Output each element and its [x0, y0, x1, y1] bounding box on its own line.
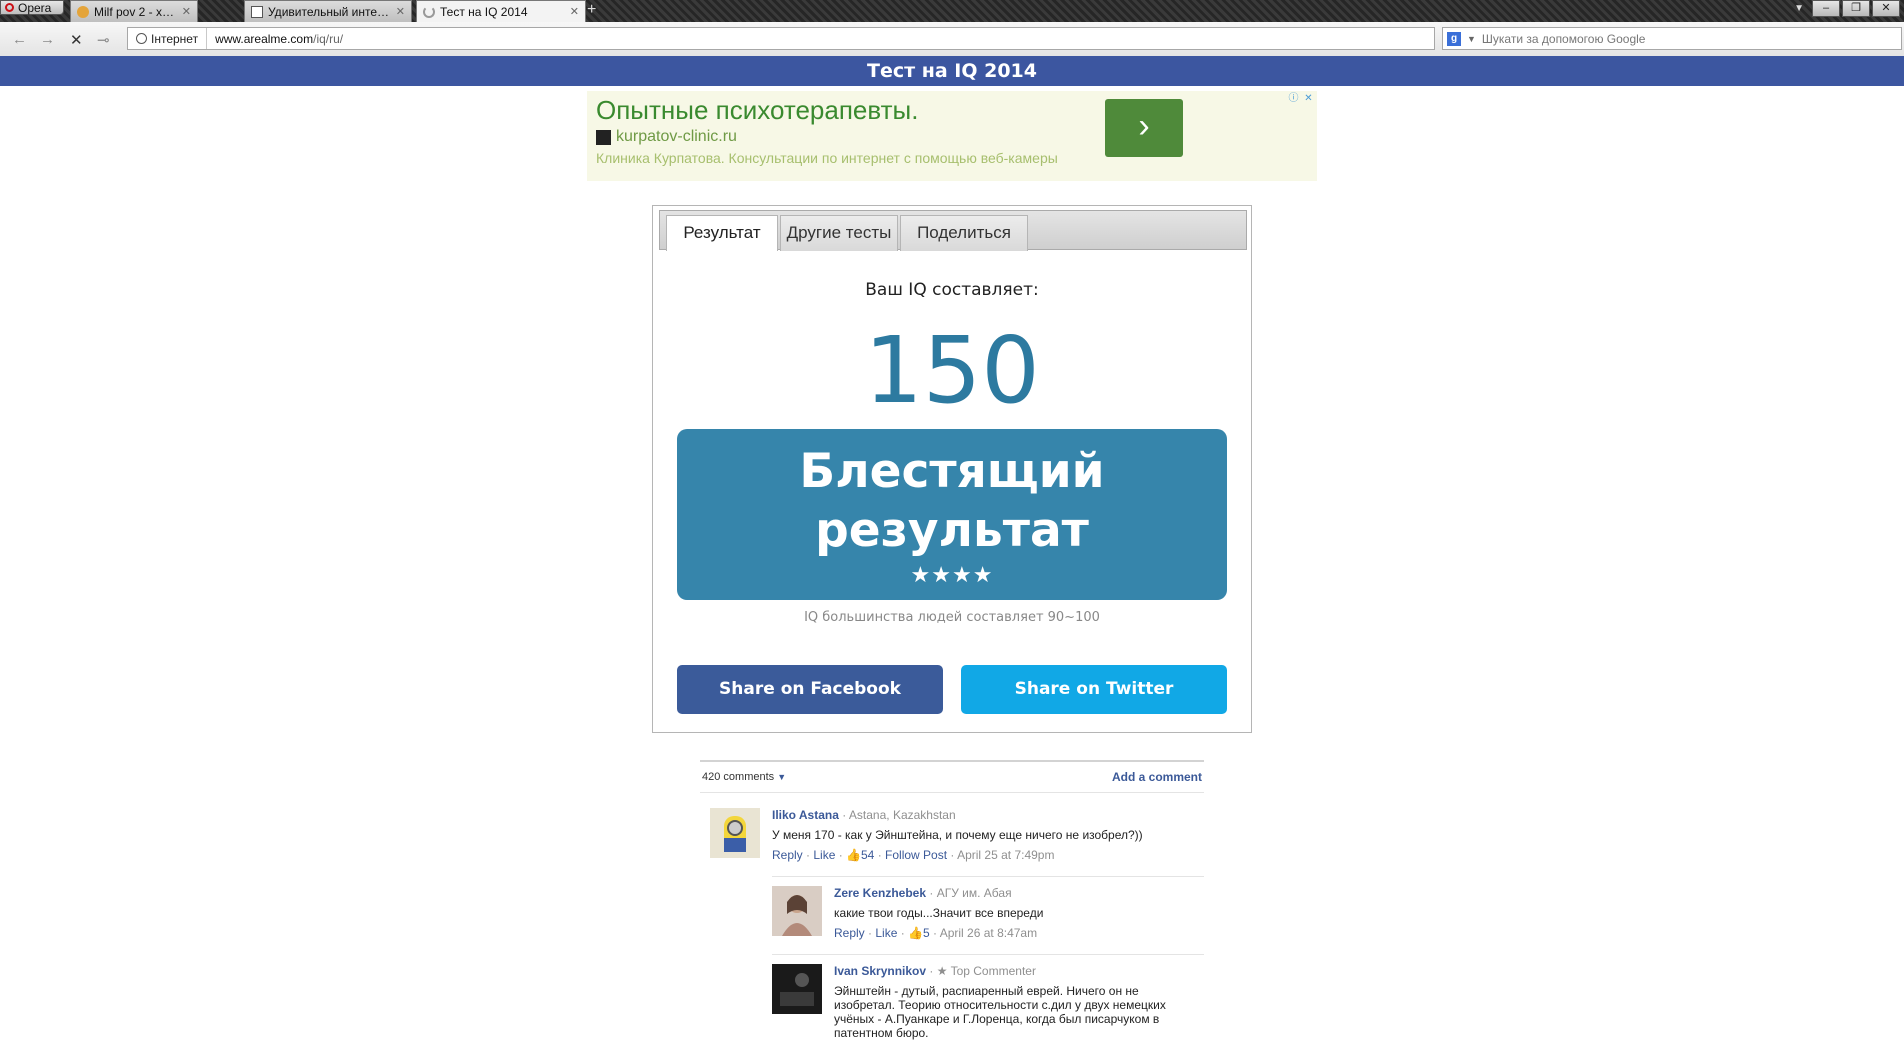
close-tab-icon[interactable]: ✕: [182, 5, 191, 18]
back-icon[interactable]: ←: [12, 31, 27, 48]
tab-other-tests[interactable]: Другие тесты: [780, 215, 898, 251]
close-tab-icon[interactable]: ✕: [570, 5, 579, 18]
result-banner: Блестящий результат ★★★★: [677, 429, 1227, 600]
iq-lead-text: Ваш IQ составляет:: [865, 280, 1039, 300]
iq-score: 150: [864, 317, 1040, 424]
globe-icon: [136, 33, 147, 44]
ad-description: Клиника Курпатова. Консультации по интер…: [596, 150, 1058, 166]
loading-spinner-icon: [423, 5, 435, 18]
avatar[interactable]: [710, 808, 760, 858]
tab-favicon-icon: [77, 5, 89, 18]
result-tabs: Результат Другие тесты Поделиться: [659, 210, 1247, 251]
search-engine-chevron-icon[interactable]: ▼: [1467, 34, 1476, 44]
minimize-icon[interactable]: –: [1812, 0, 1840, 17]
forward-icon[interactable]: →: [40, 31, 55, 48]
restore-icon[interactable]: ❐: [1842, 0, 1870, 17]
avatar[interactable]: [772, 964, 822, 1014]
opera-icon: [5, 3, 14, 12]
like-count: 54: [861, 848, 875, 862]
url-host: www.arealme.com: [215, 31, 314, 46]
ad-controls: ⓘ ✕: [1287, 92, 1315, 105]
comment-text: У меня 170 - как у Эйнштейна, и почему е…: [772, 828, 1143, 842]
reply-link[interactable]: Reply: [772, 848, 803, 862]
search-placeholder: Шукати за допомогою Google: [1481, 31, 1646, 46]
tab-share[interactable]: Поделиться: [900, 215, 1028, 251]
like-count: 5: [923, 926, 930, 940]
comment-author-meta: · ★ Top Commenter: [926, 964, 1036, 978]
thumbs-up-icon: 👍: [846, 848, 861, 862]
site-security-badge[interactable]: Інтернет: [128, 28, 208, 49]
comment-text: какие твои годы...Значит все впереди: [834, 906, 1044, 920]
page-header: Тест на IQ 2014: [0, 56, 1904, 86]
ad-domain[interactable]: kurpatov-clinic.ru: [596, 128, 737, 146]
divider: [772, 954, 1204, 955]
browser-tab-1[interactable]: Milf pov 2 - xHamster.c... ✕: [70, 0, 198, 22]
like-link[interactable]: Like: [875, 926, 897, 940]
stop-icon[interactable]: ✕: [70, 31, 83, 49]
ad-banner[interactable]: Опытные психотерапевты. kurpatov-clinic.…: [587, 91, 1317, 181]
close-icon[interactable]: ✕: [1302, 92, 1315, 105]
comments-section: 420 comments ▼ Add a comment Iliko Astan…: [700, 760, 1204, 1040]
comment-author-meta: · АГУ им. Абая: [926, 886, 1012, 900]
search-box[interactable]: g ▼ Шукати за допомогою Google: [1442, 27, 1902, 50]
close-tab-icon[interactable]: ✕: [396, 5, 405, 18]
tab-title: Milf pov 2 - xHamster.c...: [94, 4, 177, 19]
follow-post-link[interactable]: Follow Post: [885, 848, 947, 862]
new-tab-plus-icon[interactable]: +: [587, 1, 596, 19]
ad-go-button[interactable]: ›: [1105, 99, 1183, 157]
browser-tab-3-active[interactable]: Тест на IQ 2014 ✕: [416, 0, 586, 22]
window-controls: – ❐ ✕: [1812, 0, 1900, 17]
comment-author[interactable]: Ivan Skrynnikov: [834, 964, 926, 978]
comment-text: Эйнштейн - дутый, распиаренный еврей. Ни…: [834, 984, 1166, 1040]
browser-tab-2[interactable]: Удивительный интерн... ✕: [244, 0, 412, 22]
chevron-right-icon: ›: [1138, 107, 1150, 145]
comment-timestamp[interactable]: April 25 at 7:49pm: [957, 848, 1054, 862]
share-facebook-button[interactable]: Share on Facebook: [677, 665, 943, 714]
url-path: /iq/ru/: [313, 31, 344, 46]
chevron-down-icon: ▼: [777, 772, 787, 782]
address-bar[interactable]: Інтернет www.arealme.com/iq/ru/: [127, 27, 1435, 50]
url-text[interactable]: www.arealme.com/iq/ru/: [207, 32, 343, 46]
page-title: Тест на IQ 2014: [866, 60, 1038, 82]
average-iq-note: IQ большинства людей составляет 90~100: [804, 610, 1100, 625]
close-window-icon[interactable]: ✕: [1872, 0, 1900, 17]
add-comment-link[interactable]: Add a comment: [1112, 770, 1202, 784]
result-card: Результат Другие тесты Поделиться Ваш IQ…: [652, 205, 1252, 733]
result-line-1: Блестящий: [799, 444, 1105, 499]
browser-tab-bar: Opera Milf pov 2 - xHamster.c... ✕ Удиви…: [0, 0, 1904, 22]
tab-list-chevron-icon[interactable]: ▼: [1794, 3, 1804, 14]
opera-menu-button[interactable]: Opera: [0, 0, 64, 15]
ad-title[interactable]: Опытные психотерапевты.: [596, 95, 918, 126]
key-icon[interactable]: ⊸: [97, 31, 110, 49]
avatar[interactable]: [772, 886, 822, 936]
share-twitter-button[interactable]: Share on Twitter: [961, 665, 1227, 714]
comments-header: 420 comments ▼ Add a comment: [700, 760, 1204, 793]
reply-link[interactable]: Reply: [834, 926, 865, 940]
comment-timestamp[interactable]: April 26 at 8:47am: [940, 926, 1037, 940]
google-icon[interactable]: g: [1447, 31, 1461, 46]
divider: [772, 876, 1204, 877]
thumbs-up-icon: 👍: [908, 926, 923, 940]
security-label: Інтернет: [151, 31, 199, 46]
comments-count-label: 420 comments: [702, 771, 775, 783]
ad-domain-text: kurpatov-clinic.ru: [616, 128, 737, 145]
browser-nav-bar: ← → ✕ ⊸ Інтернет www.arealme.com/iq/ru/ …: [0, 22, 1904, 57]
tab-result[interactable]: Результат: [666, 215, 778, 251]
comment-author-meta: · Astana, Kazakhstan: [838, 808, 956, 822]
result-line-2: результат: [815, 503, 1089, 558]
tab-title: Тест на IQ 2014: [440, 4, 528, 19]
adchoices-icon[interactable]: ⓘ: [1287, 92, 1300, 105]
comment-author[interactable]: Iliko Astana: [772, 808, 839, 822]
opera-menu-label: Opera: [18, 0, 52, 15]
like-link[interactable]: Like: [813, 848, 835, 862]
comments-count[interactable]: 420 comments ▼: [702, 771, 786, 783]
tab-title: Удивительный интерн...: [268, 4, 391, 19]
tab-favicon-icon: [251, 5, 263, 18]
comment-author[interactable]: Zere Kenzhebek: [834, 886, 926, 900]
star-rating-icon: ★★★★: [910, 562, 994, 587]
ad-favicon-icon: [596, 129, 611, 145]
